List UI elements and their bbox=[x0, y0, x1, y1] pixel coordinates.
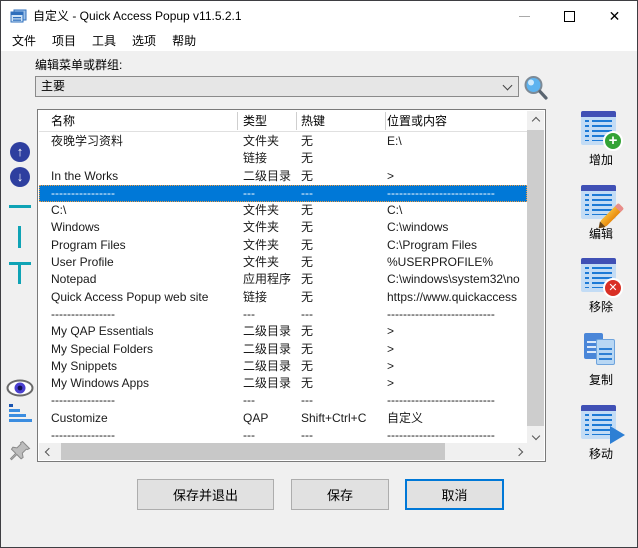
x-icon: ✕ bbox=[603, 278, 623, 298]
vertical-scroll-thumb[interactable] bbox=[527, 130, 544, 426]
vertical-scrollbar[interactable] bbox=[527, 111, 544, 446]
edit-item-icon bbox=[581, 185, 621, 223]
remove-item-icon: ✕ bbox=[581, 258, 621, 296]
menu-help[interactable]: 帮助 bbox=[164, 31, 204, 51]
items-table: 名称 类型 热键 位置或内容 夜晚学习资料 文件夹 无 E:\ 链接 无 In … bbox=[37, 109, 546, 462]
minimize-icon bbox=[519, 16, 530, 17]
table-row[interactable]: My QAP Essentials 二级目录 无 > bbox=[39, 323, 527, 340]
arrow-right-icon bbox=[610, 426, 625, 444]
table-header: 名称 类型 热键 位置或内容 bbox=[39, 110, 527, 132]
table-row[interactable]: Program Files 文件夹 无 C:\Program Files bbox=[39, 237, 527, 254]
move-button[interactable]: 移动 bbox=[567, 405, 635, 462]
title-bar: 自定义 - Quick Access Popup v11.5.2.1 ✕ bbox=[1, 1, 637, 31]
add-separator-button[interactable] bbox=[9, 205, 31, 208]
move-down-button[interactable]: ↓ bbox=[10, 167, 30, 187]
menu-item[interactable]: 项目 bbox=[44, 31, 84, 51]
menu-options[interactable]: 选项 bbox=[124, 31, 164, 51]
cancel-button[interactable]: 取消 bbox=[405, 479, 504, 510]
table-row[interactable]: Customize QAP Shift+Ctrl+C 自定义 bbox=[39, 410, 527, 427]
menu-group-select[interactable]: 主要 bbox=[35, 76, 519, 97]
eye-icon bbox=[6, 378, 34, 398]
window-title: 自定义 - Quick Access Popup v11.5.2.1 bbox=[33, 1, 242, 31]
close-icon: ✕ bbox=[609, 9, 621, 23]
scroll-up-arrow-icon[interactable] bbox=[527, 111, 544, 128]
minimize-button[interactable] bbox=[502, 1, 547, 31]
maximize-icon bbox=[564, 11, 575, 22]
table-row[interactable]: In the Works 二级目录 无 > bbox=[39, 168, 527, 185]
edit-menu-label: 编辑菜单或群组: bbox=[35, 56, 122, 73]
move-item-icon bbox=[581, 405, 621, 443]
add-button[interactable]: + 增加 bbox=[567, 111, 635, 168]
arrow-up-icon: ↑ bbox=[17, 144, 24, 159]
table-row[interactable]: ---------------- --- --- ---------------… bbox=[39, 392, 527, 409]
horizontal-scroll-thumb[interactable] bbox=[61, 443, 445, 460]
horizontal-scrollbar[interactable] bbox=[39, 443, 529, 460]
search-button[interactable] bbox=[522, 74, 550, 102]
add-column-break-button[interactable] bbox=[18, 226, 21, 248]
save-and-exit-button[interactable]: 保存并退出 bbox=[137, 479, 274, 510]
save-button[interactable]: 保存 bbox=[291, 479, 389, 510]
magnifier-icon bbox=[522, 74, 550, 102]
col-header-hotkey[interactable]: 热键 bbox=[301, 110, 325, 132]
remove-button-label: 移除 bbox=[567, 298, 635, 315]
remove-button[interactable]: ✕ 移除 bbox=[567, 258, 635, 315]
copy-button-label: 复制 bbox=[567, 371, 635, 388]
table-row[interactable]: ---------------- --- --- ---------------… bbox=[39, 427, 527, 443]
copy-button[interactable]: 复制 bbox=[567, 331, 635, 388]
col-header-location[interactable]: 位置或内容 bbox=[387, 110, 447, 132]
table-row[interactable]: My Special Folders 二级目录 无 > bbox=[39, 341, 527, 358]
table-rows: 夜晚学习资料 文件夹 无 E:\ 链接 无 In the Works 二级目录 … bbox=[39, 133, 527, 443]
pushpin-icon bbox=[8, 439, 32, 463]
table-row[interactable]: My Windows Apps 二级目录 无 > bbox=[39, 375, 527, 392]
menu-bar: 文件 项目 工具 选项 帮助 bbox=[1, 31, 637, 51]
menu-file[interactable]: 文件 bbox=[4, 31, 44, 51]
move-up-button[interactable]: ↑ bbox=[10, 142, 30, 162]
table-row[interactable]: 链接 无 bbox=[39, 150, 527, 167]
add-item-icon: + bbox=[581, 111, 621, 149]
sort-bars-icon bbox=[9, 404, 13, 407]
chevron-down-icon bbox=[503, 81, 513, 91]
pin-button[interactable] bbox=[8, 439, 32, 466]
menu-group-value: 主要 bbox=[41, 79, 65, 93]
close-button[interactable]: ✕ bbox=[592, 1, 637, 31]
table-row[interactable]: User Profile 文件夹 无 %USERPROFILE% bbox=[39, 254, 527, 271]
col-header-name[interactable]: 名称 bbox=[51, 110, 75, 132]
table-row[interactable]: 夜晚学习资料 文件夹 无 E:\ bbox=[39, 133, 527, 150]
table-row[interactable]: My Snippets 二级目录 无 > bbox=[39, 358, 527, 375]
arrow-down-icon: ↓ bbox=[17, 169, 24, 184]
maximize-button[interactable] bbox=[547, 1, 592, 31]
table-row[interactable]: ---------------- --- --- ---------------… bbox=[39, 306, 527, 323]
move-button-label: 移动 bbox=[567, 445, 635, 462]
menu-tools[interactable]: 工具 bbox=[84, 31, 124, 51]
app-window: 自定义 - Quick Access Popup v11.5.2.1 ✕ 文件 … bbox=[0, 0, 638, 548]
table-row[interactable]: C:\ 文件夹 无 C:\ bbox=[39, 202, 527, 219]
table-row[interactable]: ---------------- --- --- ---------------… bbox=[39, 185, 527, 202]
app-icon bbox=[10, 8, 27, 27]
edit-button[interactable]: 编辑 bbox=[567, 185, 635, 242]
table-row[interactable]: Quick Access Popup web site 链接 无 https:/… bbox=[39, 289, 527, 306]
table-row[interactable]: Notepad 应用程序 无 C:\windows\system32\no bbox=[39, 271, 527, 288]
copy-item-icon bbox=[581, 331, 621, 369]
add-menu-break-button[interactable] bbox=[9, 262, 31, 284]
preview-button[interactable] bbox=[6, 378, 34, 401]
col-header-type[interactable]: 类型 bbox=[243, 110, 267, 132]
plus-icon: + bbox=[603, 131, 623, 151]
add-button-label: 增加 bbox=[567, 151, 635, 168]
scroll-left-arrow-icon[interactable] bbox=[39, 443, 56, 460]
table-row[interactable]: Windows 文件夹 无 C:\windows bbox=[39, 219, 527, 236]
sort-items-button[interactable] bbox=[9, 404, 32, 424]
